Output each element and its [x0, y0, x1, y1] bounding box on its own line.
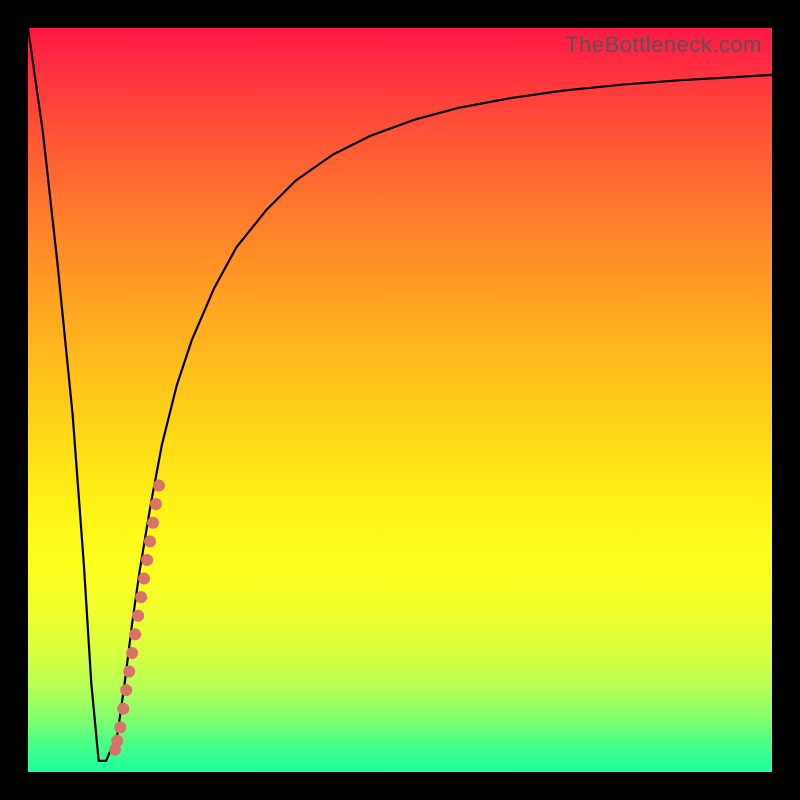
- marker-dot: [153, 480, 165, 492]
- marker-dot: [138, 573, 150, 585]
- marker-dot: [120, 684, 132, 696]
- bottleneck-curve: [28, 28, 772, 761]
- marker-dot: [147, 517, 159, 529]
- marker-dot: [141, 554, 153, 566]
- marker-dot: [126, 647, 138, 659]
- marker-dot: [123, 666, 135, 678]
- marker-dot: [132, 610, 144, 622]
- chart-plot-area: TheBottleneck.com: [28, 28, 772, 772]
- marker-dot: [129, 628, 141, 640]
- marker-dot: [135, 591, 147, 603]
- marker-dot: [114, 721, 126, 733]
- marker-dot: [150, 498, 162, 510]
- chart-frame: TheBottleneck.com: [0, 0, 800, 800]
- marker-dot: [117, 703, 129, 715]
- chart-svg: [28, 28, 772, 772]
- marker-dot: [144, 535, 156, 547]
- highlight-dots: [109, 480, 165, 756]
- marker-dot: [111, 735, 123, 747]
